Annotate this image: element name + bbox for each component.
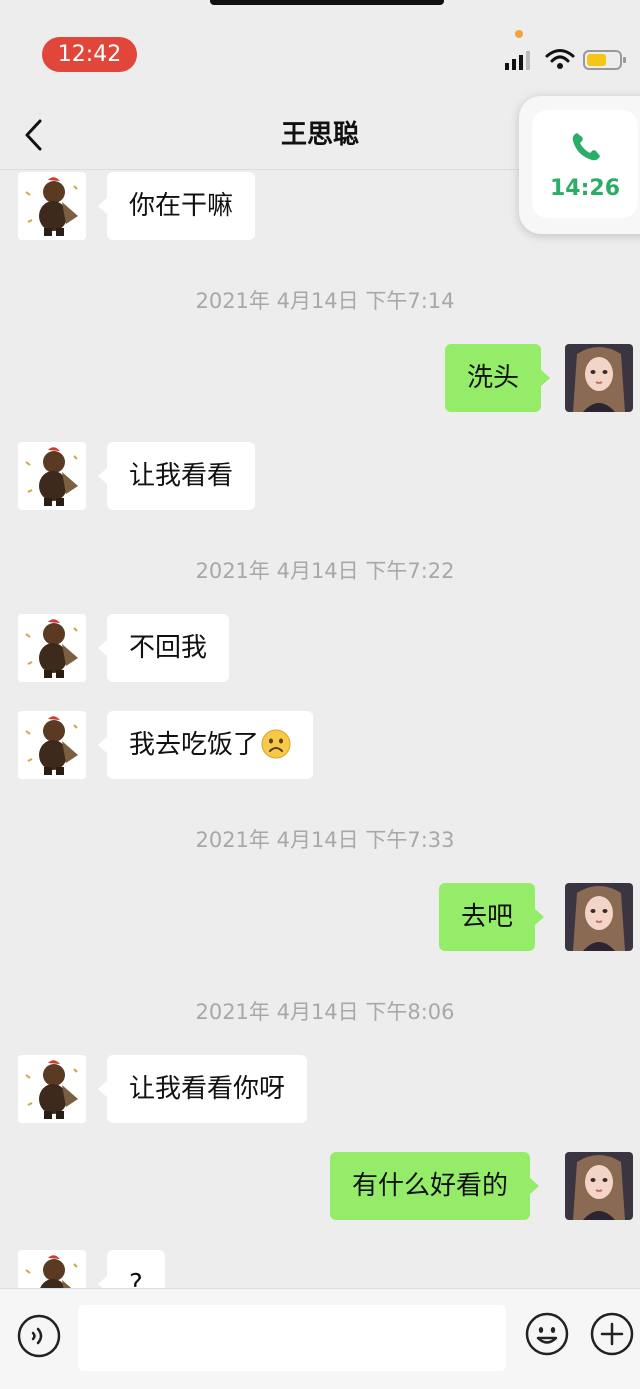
emoji-icon[interactable] xyxy=(524,1311,570,1357)
phone-icon xyxy=(572,133,600,161)
status-bar: 12:42 xyxy=(0,0,640,100)
message-bubble-received[interactable]: 不回我 xyxy=(97,614,230,682)
message-bubble-sent[interactable]: 洗头 xyxy=(445,344,551,412)
contact-avatar[interactable] xyxy=(18,1250,86,1288)
wifi-icon xyxy=(545,49,575,69)
back-icon[interactable] xyxy=(22,118,48,152)
contact-avatar[interactable] xyxy=(18,711,86,779)
user-avatar[interactable] xyxy=(565,1152,633,1220)
input-bar xyxy=(0,1288,640,1389)
privacy-indicator-dot xyxy=(515,30,523,38)
contact-avatar[interactable] xyxy=(18,614,86,682)
voice-icon[interactable] xyxy=(16,1313,62,1359)
message-bubble-received[interactable]: 我去吃饭了 xyxy=(97,711,314,779)
message-list[interactable]: 你在干嘛 2021年 4月14日 下午7:14 洗头 让我看看 2021年 4月… xyxy=(0,171,640,1288)
message-timestamp: 2021年 4月14日 下午7:22 xyxy=(195,559,455,583)
message-bubble-sent[interactable]: 有什么好看的 xyxy=(330,1152,540,1220)
user-avatar[interactable] xyxy=(565,344,633,412)
message-bubble-received[interactable]: 你在干嘛 xyxy=(97,172,256,240)
message-bubble-received[interactable]: 让我看看你呀 xyxy=(97,1055,308,1123)
contact-avatar[interactable] xyxy=(18,1055,86,1123)
status-icons xyxy=(505,48,630,72)
status-time[interactable]: 12:42 xyxy=(42,37,137,72)
message-bubble-received[interactable]: 让我看看 xyxy=(97,442,256,510)
message-timestamp: 2021年 4月14日 下午7:33 xyxy=(195,828,455,852)
message-input[interactable] xyxy=(78,1305,506,1371)
user-avatar[interactable] xyxy=(565,883,633,951)
battery-icon xyxy=(583,50,626,70)
frown-emoji-icon xyxy=(261,729,291,758)
contact-avatar[interactable] xyxy=(18,442,86,510)
contact-avatar[interactable] xyxy=(18,172,86,240)
message-bubble-received[interactable]: ? xyxy=(98,1250,165,1288)
message-text: 我去吃饭了 xyxy=(129,730,260,760)
plus-icon[interactable] xyxy=(589,1311,635,1357)
message-bubble-sent[interactable]: 去吧 xyxy=(439,883,545,951)
signal-icon xyxy=(505,51,530,70)
message-timestamp: 2021年 4月14日 下午7:14 xyxy=(195,289,455,313)
message-timestamp: 2021年 4月14日 下午8:06 xyxy=(195,1000,455,1024)
